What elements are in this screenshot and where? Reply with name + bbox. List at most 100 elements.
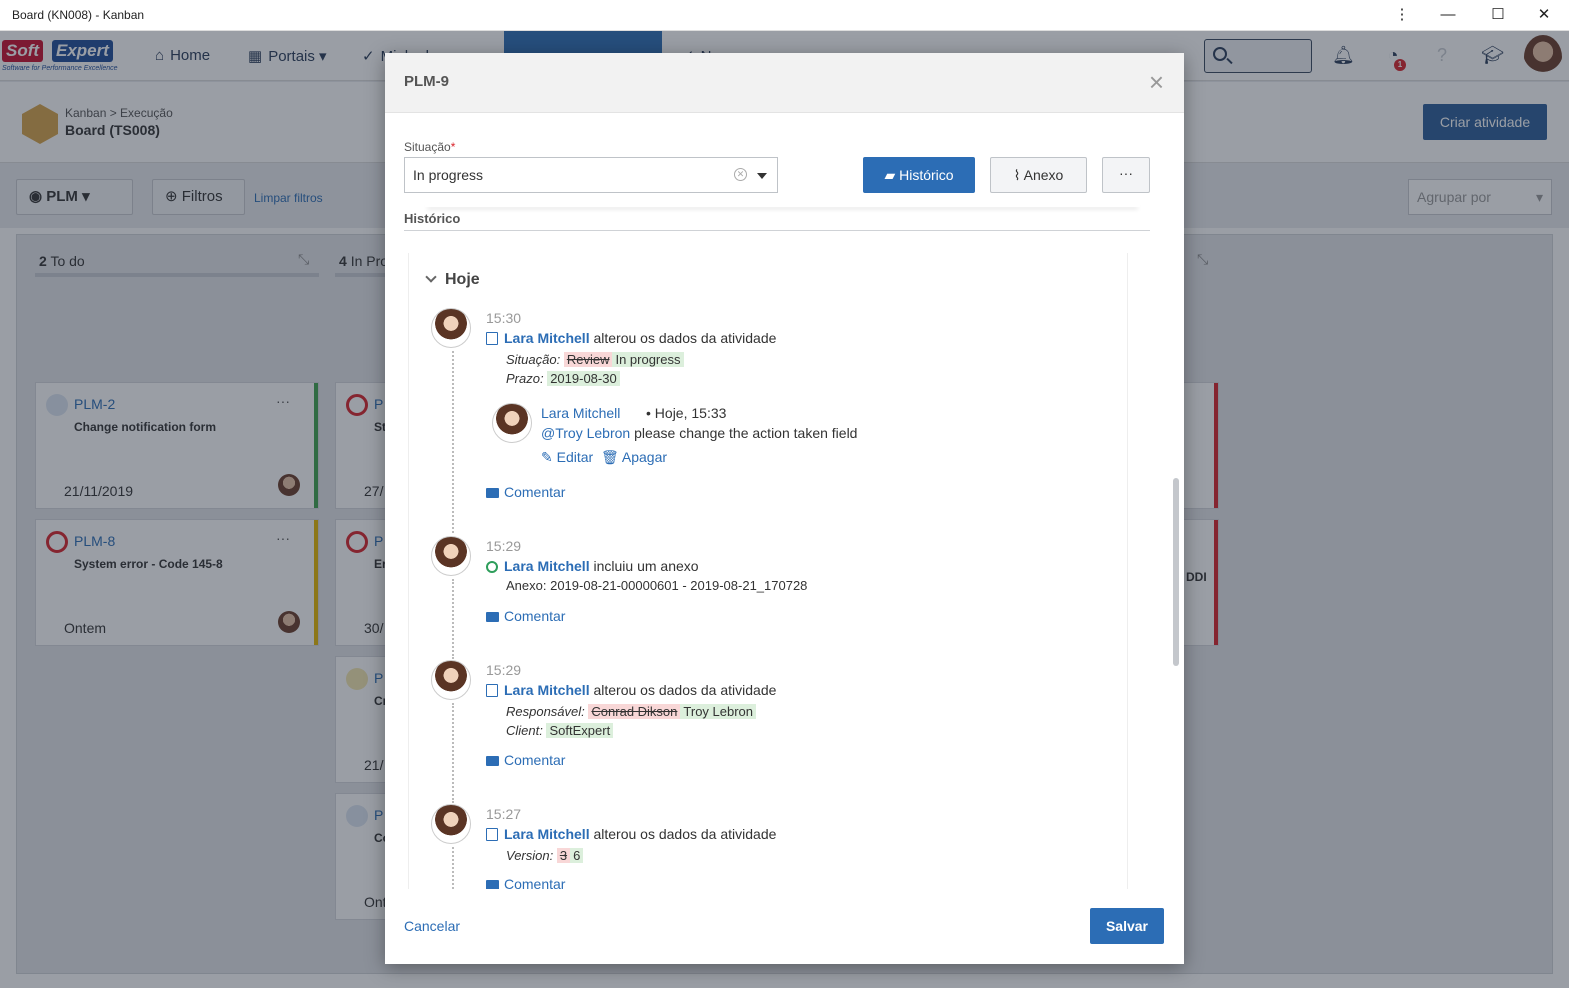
situacao-label: Situação* <box>404 140 455 154</box>
paperclip-icon: ⌇ <box>1013 167 1024 183</box>
anexo-button-label: Anexo <box>1023 167 1064 183</box>
window-titlebar: Board (KN008) - Kanban ⋮ — ☐ ✕ <box>0 0 1569 31</box>
history-field: Client: SoftExpert <box>506 723 614 738</box>
history-time: 15:29 <box>486 662 522 678</box>
more-options-button[interactable]: ··· <box>1102 157 1150 193</box>
pencil-icon: ✎ <box>541 449 553 465</box>
history-user[interactable]: Lara Mitchell <box>504 826 590 842</box>
history-group-toggle[interactable]: Hoje <box>425 271 480 289</box>
reply-user[interactable]: Lara Mitchell <box>541 405 620 421</box>
field-key: Client: <box>506 723 543 738</box>
history-time: 15:29 <box>486 538 522 554</box>
situacao-select[interactable]: In progress ✕ <box>404 157 778 193</box>
comment-label: Comentar <box>504 608 566 624</box>
field-new-value: 2019-08-30 <box>547 371 620 386</box>
field-new-value: 6 <box>570 848 584 863</box>
history-field: Situação: Review In progress <box>506 352 684 367</box>
field-key: Prazo: <box>506 371 544 386</box>
comment-button[interactable]: Comentar <box>486 752 565 768</box>
close-window-button[interactable]: ✕ <box>1524 4 1564 26</box>
history-entry-line: Lara Mitchell alterou os dados da ativid… <box>486 682 776 698</box>
edit-document-icon <box>486 332 498 345</box>
timeline-connector <box>452 579 454 659</box>
field-new-value: SoftExpert <box>546 723 614 738</box>
mention[interactable]: @Troy Lebron <box>541 425 630 441</box>
edit-reply-button[interactable]: ✎ Editar <box>541 449 593 465</box>
comment-label: Comentar <box>504 752 566 768</box>
historico-section-title: Histórico <box>404 211 461 226</box>
history-field: Prazo: 2019-08-30 <box>506 371 620 386</box>
activity-modal: PLM-9 × Situação* In progress ✕ ▰ Histór… <box>385 53 1184 964</box>
history-action: alterou os dados da atividade <box>593 826 777 842</box>
avatar <box>431 308 471 348</box>
comment-icon <box>486 612 499 622</box>
situacao-label-text: Situação <box>404 140 451 154</box>
clear-icon[interactable]: ✕ <box>734 168 747 181</box>
edit-document-icon <box>486 828 498 841</box>
reply-body: please change the action taken field <box>634 425 858 441</box>
field-key: Responsável: <box>506 704 585 719</box>
divider <box>404 230 1150 231</box>
field-old-value: 3 <box>556 848 571 863</box>
avatar <box>492 403 532 443</box>
window-title: Board (KN008) - Kanban <box>12 8 145 22</box>
timeline-connector <box>452 703 454 803</box>
save-button[interactable]: Salvar <box>1090 908 1164 944</box>
historico-button[interactable]: ▰ Histórico <box>863 157 975 193</box>
comment-label: Comentar <box>504 876 566 889</box>
history-entry-line: Lara Mitchell incluiu um anexo <box>486 558 699 574</box>
reply-timestamp: Hoje, 15:33 <box>654 405 727 421</box>
caret-down-icon[interactable] <box>757 173 767 179</box>
timeline-connector <box>452 847 454 889</box>
field-old-value: Conrad Dikson <box>588 704 681 719</box>
comment-icon <box>486 488 499 498</box>
more-vertical-icon[interactable]: ⋮ <box>1382 4 1422 26</box>
history-user[interactable]: Lara Mitchell <box>504 330 590 346</box>
trash-icon: 🗑︎ <box>600 449 619 465</box>
attachment-icon <box>486 561 498 573</box>
history-user[interactable]: Lara Mitchell <box>504 558 590 574</box>
attachment-name[interactable]: Anexo: 2019-08-21-00000601 - 2019-08-21_… <box>506 578 807 593</box>
section-shadow <box>425 201 1140 207</box>
avatar <box>431 660 471 700</box>
historico-button-label: Histórico <box>899 167 954 183</box>
history-scrollbar[interactable] <box>1173 478 1179 666</box>
edit-document-icon <box>486 684 498 697</box>
comment-button[interactable]: Comentar <box>486 608 565 624</box>
history-user[interactable]: Lara Mitchell <box>504 682 590 698</box>
situacao-value: In progress <box>413 167 484 183</box>
history-action: alterou os dados da atividade <box>593 330 777 346</box>
comment-icon: ▰ <box>884 167 900 183</box>
history-entry-line: Lara Mitchell alterou os dados da ativid… <box>486 330 776 346</box>
anexo-button[interactable]: ⌇ Anexo <box>990 157 1087 193</box>
comment-icon <box>486 880 499 889</box>
history-action: alterou os dados da atividade <box>593 682 777 698</box>
field-old-value: Review <box>563 352 613 367</box>
delete-reply-label: Apagar <box>621 449 668 465</box>
avatar <box>431 804 471 844</box>
delete-reply-button[interactable]: 🗑︎ Apagar <box>601 449 667 465</box>
comment-button[interactable]: Comentar <box>486 484 565 500</box>
modal-title: PLM-9 <box>404 73 449 90</box>
history-time: 15:30 <box>486 310 522 326</box>
close-icon[interactable]: × <box>1149 69 1164 95</box>
cancel-button[interactable]: Cancelar <box>404 918 460 934</box>
required-marker: * <box>450 140 456 154</box>
reply-text: @Troy Lebron please change the action ta… <box>541 425 857 441</box>
history-time: 15:27 <box>486 806 522 822</box>
comment-icon <box>486 756 499 766</box>
reply-actions: ✎ Editar 🗑︎ Apagar <box>541 449 667 466</box>
chevron-down-icon <box>425 271 437 283</box>
field-new-value: Troy Lebron <box>680 704 757 719</box>
history-field: Version: 36 <box>506 848 584 863</box>
field-key: Situação: <box>506 352 561 367</box>
edit-reply-label: Editar <box>556 449 594 465</box>
history-group-label: Hoje <box>445 271 480 288</box>
comment-button[interactable]: Comentar <box>486 876 565 889</box>
maximize-button[interactable]: ☐ <box>1478 4 1518 26</box>
minimize-button[interactable]: — <box>1428 4 1468 26</box>
timeline-connector <box>452 351 454 533</box>
field-key: Version: <box>506 848 554 863</box>
comment-label: Comentar <box>504 484 566 500</box>
history-entry-line: Lara Mitchell alterou os dados da ativid… <box>486 826 776 842</box>
